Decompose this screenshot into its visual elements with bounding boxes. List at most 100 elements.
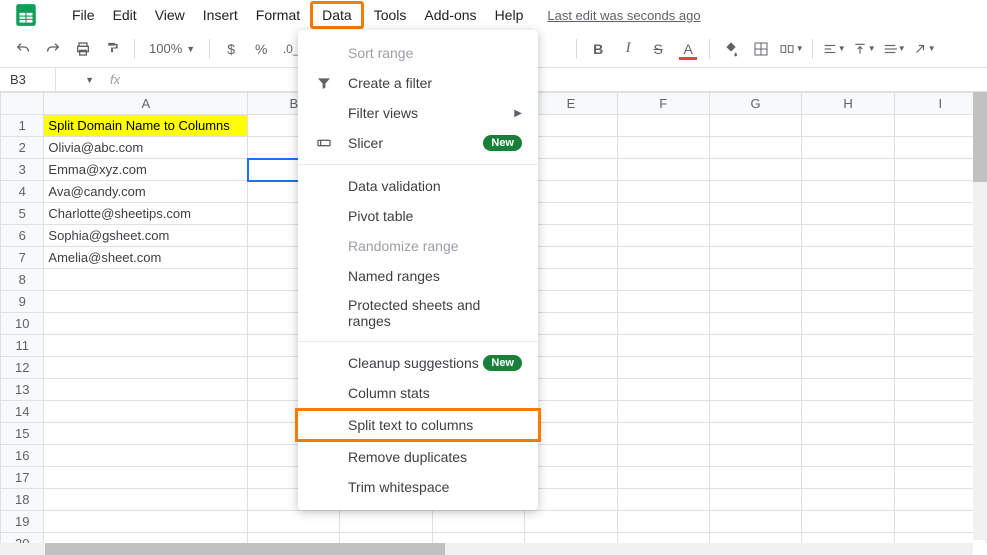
menu-item-remove-duplicates[interactable]: Remove duplicates <box>298 442 538 472</box>
row-header-14[interactable]: 14 <box>1 401 44 423</box>
cell-A7[interactable]: Amelia@sheet.com <box>44 247 248 269</box>
sheets-logo[interactable] <box>8 0 44 33</box>
cell-G14[interactable] <box>709 401 801 423</box>
cell-E7[interactable] <box>525 247 617 269</box>
cell-F5[interactable] <box>617 203 709 225</box>
cell-A12[interactable] <box>44 357 248 379</box>
cell-A4[interactable]: Ava@candy.com <box>44 181 248 203</box>
menu-format[interactable]: Format <box>248 3 308 27</box>
menu-add-ons[interactable]: Add-ons <box>416 3 484 27</box>
cell-H8[interactable] <box>802 269 894 291</box>
vertical-scrollbar[interactable] <box>973 92 987 540</box>
text-color-button[interactable]: A <box>675 36 701 62</box>
menu-view[interactable]: View <box>147 3 193 27</box>
cell-F7[interactable] <box>617 247 709 269</box>
last-edit-link[interactable]: Last edit was seconds ago <box>547 8 700 23</box>
cell-H3[interactable] <box>802 159 894 181</box>
cell-A16[interactable] <box>44 445 248 467</box>
row-header-7[interactable]: 7 <box>1 247 44 269</box>
cell-E1[interactable] <box>525 115 617 137</box>
cell-A6[interactable]: Sophia@gsheet.com <box>44 225 248 247</box>
cell-E19[interactable] <box>525 511 617 533</box>
cell-E13[interactable] <box>525 379 617 401</box>
cell-G5[interactable] <box>709 203 801 225</box>
cell-G13[interactable] <box>709 379 801 401</box>
cell-G11[interactable] <box>709 335 801 357</box>
cell-E20[interactable] <box>525 533 617 544</box>
italic-button[interactable]: I <box>615 36 641 62</box>
cell-H14[interactable] <box>802 401 894 423</box>
cell-F15[interactable] <box>617 423 709 445</box>
cell-H7[interactable] <box>802 247 894 269</box>
col-header-G[interactable]: G <box>709 93 801 115</box>
cell-G16[interactable] <box>709 445 801 467</box>
row-header-1[interactable]: 1 <box>1 115 44 137</box>
cell-H17[interactable] <box>802 467 894 489</box>
row-header-12[interactable]: 12 <box>1 357 44 379</box>
row-header-3[interactable]: 3 <box>1 159 44 181</box>
cell-A1[interactable]: Split Domain Name to Columns <box>44 115 248 137</box>
cell-F11[interactable] <box>617 335 709 357</box>
cell-A10[interactable] <box>44 313 248 335</box>
select-all[interactable] <box>1 93 44 115</box>
row-header-9[interactable]: 9 <box>1 291 44 313</box>
cell-F12[interactable] <box>617 357 709 379</box>
menu-item-create-a-filter[interactable]: Create a filter <box>298 68 538 98</box>
cell-A2[interactable]: Olivia@abc.com <box>44 137 248 159</box>
menu-insert[interactable]: Insert <box>195 3 246 27</box>
paint-format-button[interactable] <box>100 36 126 62</box>
menu-item-filter-views[interactable]: Filter views▶ <box>298 98 538 128</box>
row-header-5[interactable]: 5 <box>1 203 44 225</box>
h-align-button[interactable]: ▼ <box>821 36 847 62</box>
cell-A3[interactable]: Emma@xyz.com <box>44 159 248 181</box>
cell-H12[interactable] <box>802 357 894 379</box>
menu-data[interactable]: Data <box>310 1 364 29</box>
strikethrough-button[interactable]: S <box>645 36 671 62</box>
row-header-6[interactable]: 6 <box>1 225 44 247</box>
menu-item-cleanup-suggestions[interactable]: Cleanup suggestionsNew <box>298 348 538 378</box>
row-header-20[interactable]: 20 <box>1 533 44 544</box>
col-header-H[interactable]: H <box>802 93 894 115</box>
cell-F6[interactable] <box>617 225 709 247</box>
cell-H9[interactable] <box>802 291 894 313</box>
v-align-button[interactable]: ▼ <box>851 36 877 62</box>
cell-F18[interactable] <box>617 489 709 511</box>
menu-item-named-ranges[interactable]: Named ranges <box>298 261 538 291</box>
rotate-button[interactable]: ▼ <box>911 36 937 62</box>
cell-H10[interactable] <box>802 313 894 335</box>
cell-H2[interactable] <box>802 137 894 159</box>
cell-A11[interactable] <box>44 335 248 357</box>
print-button[interactable] <box>70 36 96 62</box>
menu-item-split-text-to-columns[interactable]: Split text to columns <box>295 408 541 442</box>
menu-item-data-validation[interactable]: Data validation <box>298 171 538 201</box>
cell-G18[interactable] <box>709 489 801 511</box>
redo-button[interactable] <box>40 36 66 62</box>
cell-F16[interactable] <box>617 445 709 467</box>
formula-input[interactable] <box>130 68 987 91</box>
cell-A5[interactable]: Charlotte@sheetips.com <box>44 203 248 225</box>
cell-E18[interactable] <box>525 489 617 511</box>
scrollbar-thumb[interactable] <box>973 92 987 182</box>
cell-H15[interactable] <box>802 423 894 445</box>
cell-F1[interactable] <box>617 115 709 137</box>
cell-F17[interactable] <box>617 467 709 489</box>
cell-H20[interactable] <box>802 533 894 544</box>
cell-F4[interactable] <box>617 181 709 203</box>
cell-F19[interactable] <box>617 511 709 533</box>
cell-F13[interactable] <box>617 379 709 401</box>
row-header-16[interactable]: 16 <box>1 445 44 467</box>
cell-F14[interactable] <box>617 401 709 423</box>
cell-D20[interactable] <box>432 533 524 544</box>
row-header-2[interactable]: 2 <box>1 137 44 159</box>
cell-A20[interactable] <box>44 533 248 544</box>
cell-F9[interactable] <box>617 291 709 313</box>
horizontal-scrollbar[interactable] <box>0 543 973 555</box>
cell-G8[interactable] <box>709 269 801 291</box>
cell-F8[interactable] <box>617 269 709 291</box>
cell-A13[interactable] <box>44 379 248 401</box>
cell-H6[interactable] <box>802 225 894 247</box>
col-header-A[interactable]: A <box>44 93 248 115</box>
cell-H4[interactable] <box>802 181 894 203</box>
cell-A15[interactable] <box>44 423 248 445</box>
row-header-13[interactable]: 13 <box>1 379 44 401</box>
